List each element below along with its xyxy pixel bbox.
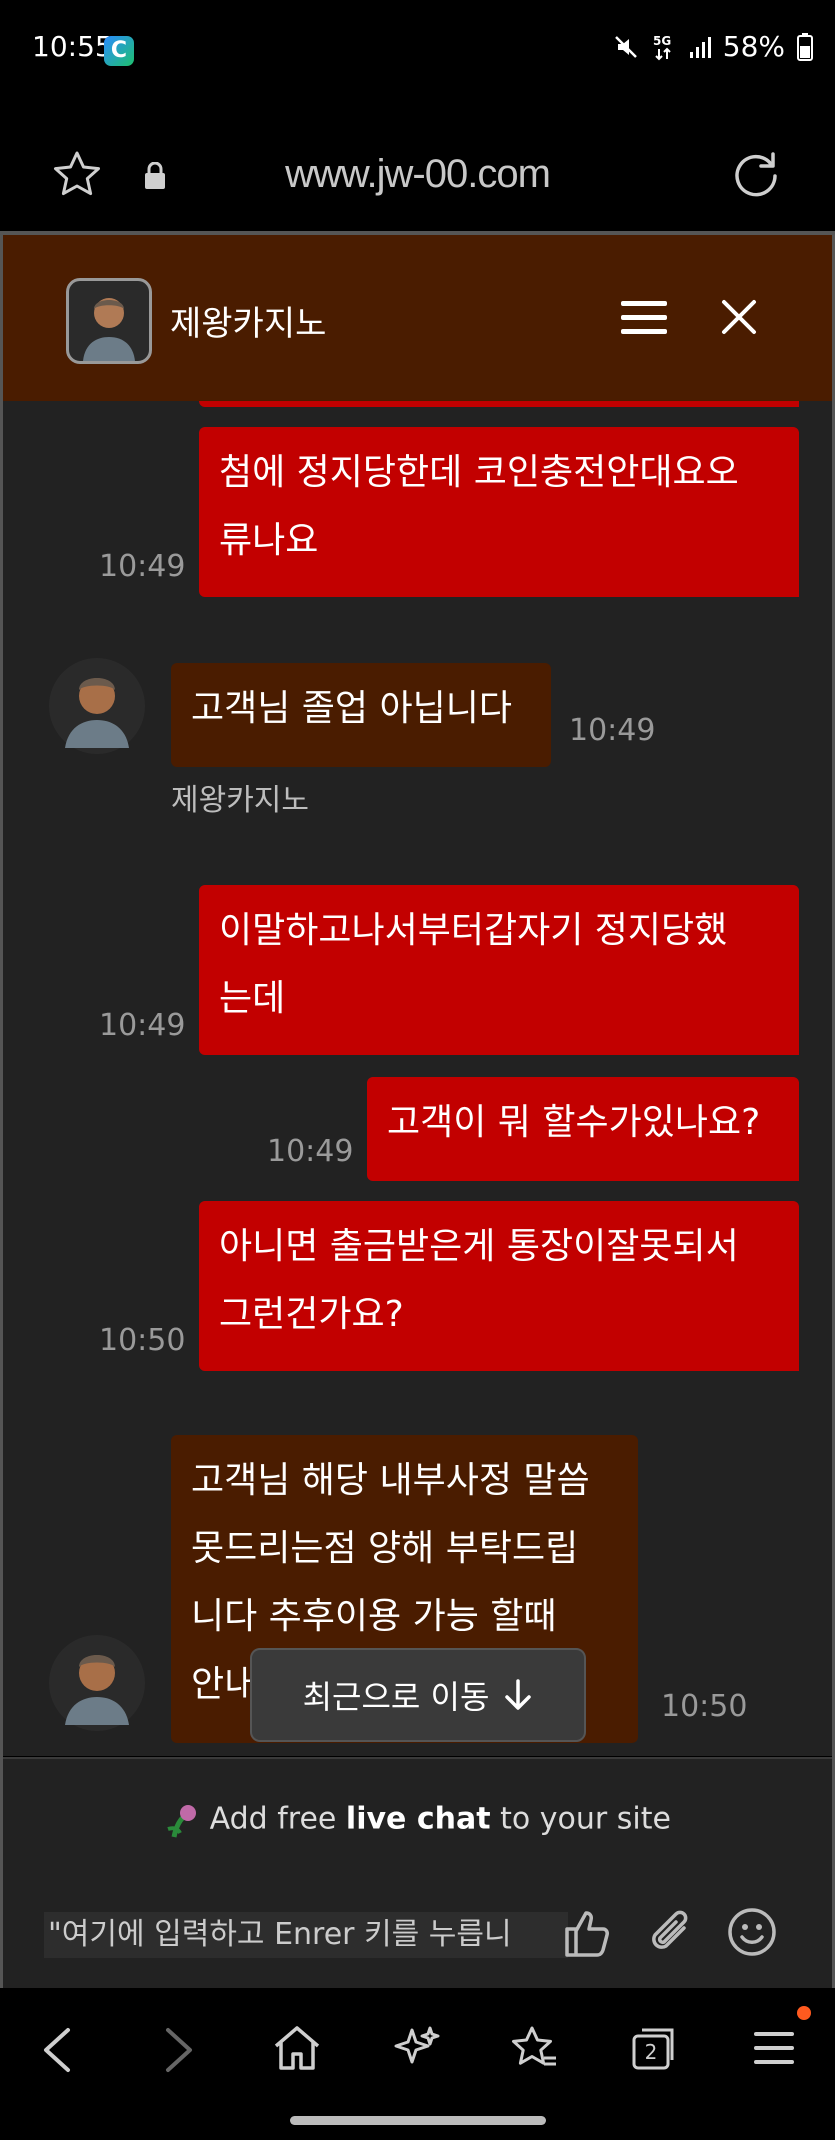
partial-message-bubble [199,401,799,407]
livechat-promo[interactable]: Add free live chat to your site [3,1757,832,1879]
message-timestamp: 10:49 [99,549,186,584]
message-timestamp: 10:50 [661,1689,748,1724]
notification-dot [797,2006,811,2020]
browser-address-bar: www.jw-00.com [0,100,835,232]
arrow-down-icon [505,1679,532,1710]
message-line: 는데 [219,978,286,1019]
agent-message-avatar [49,658,145,754]
message-line: 아니면 출금받은게 통장이잘못되서 [219,1226,739,1267]
agent-avatar [66,278,152,364]
user-message-bubble: 이말하고나서부터갑자기 정지당했 는데 [199,885,799,1055]
message-timestamp: 10:49 [99,1008,186,1043]
sender-name: 제왕카지노 [171,783,309,818]
message-input[interactable]: "여기에 입력하고 Enrer 키를 누릅니 [44,1912,568,1958]
livechat-logo-icon [167,1805,197,1838]
user-message-bubble: 첨에 정지당한데 코인충전안대요오 류나요 [199,427,799,597]
tab-count: 2 [644,2040,658,2064]
message-line: 첨에 정지당한데 코인충전안대요오 [219,452,739,493]
message-line: 고객님 해당 내부사정 말씀 [191,1460,590,1501]
message-line: 고객님 졸업 아닙니다 [191,688,512,729]
attachment-icon[interactable] [646,1906,698,1958]
user-message-bubble: 고객이 뭐 할수가있나요? [367,1077,799,1181]
promo-bold: live chat [345,1801,491,1837]
message-line: 못드리는점 양해 부탁드립 [191,1528,579,1569]
chat-title: 제왕카지노 [170,304,327,344]
battery-percent: 58% [722,30,785,63]
message-line: 니다 추후이용 가능 할때 [191,1596,557,1637]
status-bar: 10:55 C 5G 58% [0,0,835,100]
bookmarks-icon[interactable] [510,2024,560,2072]
forward-icon[interactable] [162,2026,196,2074]
status-icons: 5G 58% [613,30,813,63]
sparkle-icon[interactable] [392,2024,442,2072]
emoji-icon[interactable] [726,1906,778,1958]
mute-icon [614,35,637,58]
agent-message-avatar [49,1635,145,1731]
reload-icon[interactable] [733,150,781,198]
message-line: 고객이 뭐 할수가있나요? [387,1102,761,1143]
back-icon[interactable] [40,2026,74,2074]
promo-prefix: Add free [209,1801,337,1837]
jump-to-recent-label: 최근으로 이동 [302,1678,490,1716]
jump-to-recent-button[interactable]: 최근으로 이동 [250,1648,586,1742]
message-line: 류나요 [219,520,319,561]
5g-icon: 5G [653,34,671,60]
chat-message-list[interactable]: 첨에 정지당한데 코인충전안대요오 류나요 10:49 고객님 졸업 아닙니다 … [3,401,832,1756]
signal-icon [689,36,711,58]
close-icon[interactable] [721,299,757,335]
promo-text[interactable]: Add free live chat to your site [3,1801,832,1839]
message-timestamp: 10:49 [569,713,656,748]
gesture-home-bar[interactable] [290,2116,546,2125]
app-notification-icon: C [104,36,134,66]
message-timestamp: 10:50 [99,1323,186,1358]
message-timestamp: 10:49 [267,1134,354,1169]
more-menu-icon[interactable] [752,2028,796,2068]
home-icon[interactable] [272,2024,322,2072]
thumbs-up-icon[interactable] [562,1907,614,1959]
svg-text:5G: 5G [653,34,671,48]
promo-suffix: to your site [500,1801,671,1837]
agent-message-bubble: 고객님 졸업 아닙니다 [171,663,551,767]
url-text[interactable]: www.jw-00.com [0,152,835,197]
tabs-button[interactable]: 2 [630,2024,680,2072]
menu-icon[interactable] [620,298,668,338]
battery-icon [797,32,813,61]
status-time: 10:55 [32,30,113,63]
user-message-bubble: 아니면 출금받은게 통장이잘못되서 그런건가요? [199,1201,799,1371]
message-line: 그런건가요? [219,1294,404,1335]
message-line: 이말하고나서부터갑자기 정지당했 [219,910,728,951]
